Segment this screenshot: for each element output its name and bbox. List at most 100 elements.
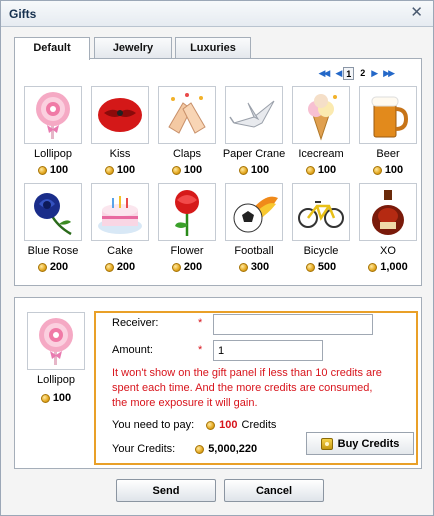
pay-amount: 100 (219, 419, 238, 431)
page-1[interactable]: 1 (343, 66, 355, 80)
required-mark: * (198, 344, 203, 356)
tab-default[interactable]: Default (14, 37, 90, 60)
page-2[interactable]: 2 (357, 67, 368, 80)
gift-kiss[interactable]: Kiss 100 (87, 86, 153, 178)
last-page-icon[interactable]: ▶▶ (383, 68, 395, 79)
cancel-button[interactable]: Cancel (224, 479, 324, 502)
title-bar: Gifts ✕ (1, 1, 433, 27)
coin-icon (37, 262, 47, 272)
warning-text: It won't show on the gift panel if less … (112, 367, 382, 409)
beer-icon (359, 86, 417, 144)
gift-bicycle[interactable]: Bicycle 500 (288, 183, 354, 275)
selected-gift-name: Lollipop (37, 374, 75, 386)
selected-gift: Lollipop 100 (23, 312, 89, 404)
coin-icon (195, 444, 205, 454)
gift-paper-crane[interactable]: Paper Crane 100 (221, 86, 287, 178)
gift-name: Flower (170, 245, 204, 257)
gift-name: Beer (376, 148, 400, 160)
gift-grid-panel: ◀◀ ◀ 1 2 ▶ ▶▶ Lollipop 100 Kiss 100 Clap… (14, 58, 422, 286)
icecream-icon (292, 86, 350, 144)
gift-price: 100 (221, 164, 287, 176)
lollipop-icon (27, 312, 85, 370)
gift-icecream[interactable]: Icecream 100 (288, 86, 354, 178)
xo-bottle-icon (359, 183, 417, 241)
pay-unit: Credits (241, 419, 277, 431)
pay-info: You need to pay: 100 Credits (112, 419, 276, 431)
send-button[interactable]: Send (116, 479, 216, 502)
gift-name: Paper Crane (222, 148, 286, 160)
credits-label: Your Credits: (112, 443, 176, 455)
selected-gift-price: 100 (23, 392, 89, 404)
gift-name: Football (234, 245, 274, 257)
gift-beer[interactable]: Beer 100 (355, 86, 421, 178)
gift-name: Bicycle (303, 245, 339, 257)
coin-icon (171, 262, 181, 272)
gift-name: Cake (107, 245, 133, 257)
buy-credits-button[interactable]: Buy Credits (306, 432, 414, 455)
coin-icon (305, 262, 315, 272)
next-page-icon[interactable]: ▶ (371, 68, 378, 79)
bicycle-icon (292, 183, 350, 241)
gift-price: 200 (87, 261, 153, 273)
coin-icon (104, 165, 114, 175)
gift-price: 1,000 (355, 261, 421, 273)
gifts-dialog: Gifts ✕ Default Jewelry Luxuries ◀◀ ◀ 1 … (0, 0, 434, 516)
coin-icon (368, 262, 378, 272)
gift-price: 500 (288, 261, 354, 273)
credits-amount: 5,000,220 (208, 443, 258, 455)
dialog-title: Gifts (9, 7, 37, 21)
gift-flower[interactable]: Flower 200 (154, 183, 220, 275)
kiss-icon (91, 86, 149, 144)
coins-icon (320, 437, 333, 450)
lollipop-icon (24, 86, 82, 144)
receiver-label: Receiver: (112, 317, 159, 329)
amount-label: Amount: (112, 344, 153, 356)
gift-price: 100 (288, 164, 354, 176)
pay-label: You need to pay: (112, 419, 195, 431)
gift-xo[interactable]: XO 1,000 (355, 183, 421, 275)
gift-cake[interactable]: Cake 200 (87, 183, 153, 275)
cake-icon (91, 183, 149, 241)
send-form: Receiver: * Amount: * It won't show on t… (94, 311, 418, 465)
buy-credits-label: Buy Credits (337, 437, 400, 450)
pager: ◀◀ ◀ 1 2 ▶ ▶▶ (318, 66, 395, 80)
coin-icon (372, 165, 382, 175)
football-icon (225, 183, 283, 241)
order-panel: Lollipop 100 Receiver: * Amount: * It wo… (14, 297, 422, 469)
tab-jewelry[interactable]: Jewelry (94, 37, 172, 59)
coin-icon (37, 165, 47, 175)
gift-name: Kiss (109, 148, 131, 160)
gift-name: Blue Rose (27, 245, 79, 257)
claps-icon (158, 86, 216, 144)
prev-page-icon[interactable]: ◀ (335, 68, 342, 79)
gift-price: 100 (87, 164, 153, 176)
gift-name: Lollipop (34, 148, 72, 160)
flower-icon (158, 183, 216, 241)
gift-claps[interactable]: Claps 100 (154, 86, 220, 178)
gift-name: Claps (172, 148, 202, 160)
gift-name: Icecream (298, 148, 344, 160)
tab-luxuries[interactable]: Luxuries (175, 37, 251, 59)
gift-price: 100 (154, 164, 220, 176)
receiver-input[interactable] (213, 314, 373, 335)
gift-lollipop[interactable]: Lollipop 100 (20, 86, 86, 178)
gift-price: 200 (20, 261, 86, 273)
gift-price: 300 (221, 261, 287, 273)
paper-crane-icon (225, 86, 283, 144)
gift-football[interactable]: Football 300 (221, 183, 287, 275)
coin-icon (238, 262, 248, 272)
required-mark: * (198, 317, 203, 329)
close-icon[interactable]: ✕ (410, 5, 423, 21)
gift-price: 100 (20, 164, 86, 176)
coin-icon (206, 420, 216, 430)
gift-price: 200 (154, 261, 220, 273)
gift-price: 100 (355, 164, 421, 176)
amount-input[interactable] (213, 340, 323, 361)
coin-icon (238, 165, 248, 175)
coin-icon (104, 262, 114, 272)
credits-info: Your Credits: 5,000,220 (112, 443, 257, 455)
coin-icon (40, 393, 50, 403)
coin-icon (171, 165, 181, 175)
first-page-icon[interactable]: ◀◀ (318, 68, 330, 79)
gift-blue-rose[interactable]: Blue Rose 200 (20, 183, 86, 275)
